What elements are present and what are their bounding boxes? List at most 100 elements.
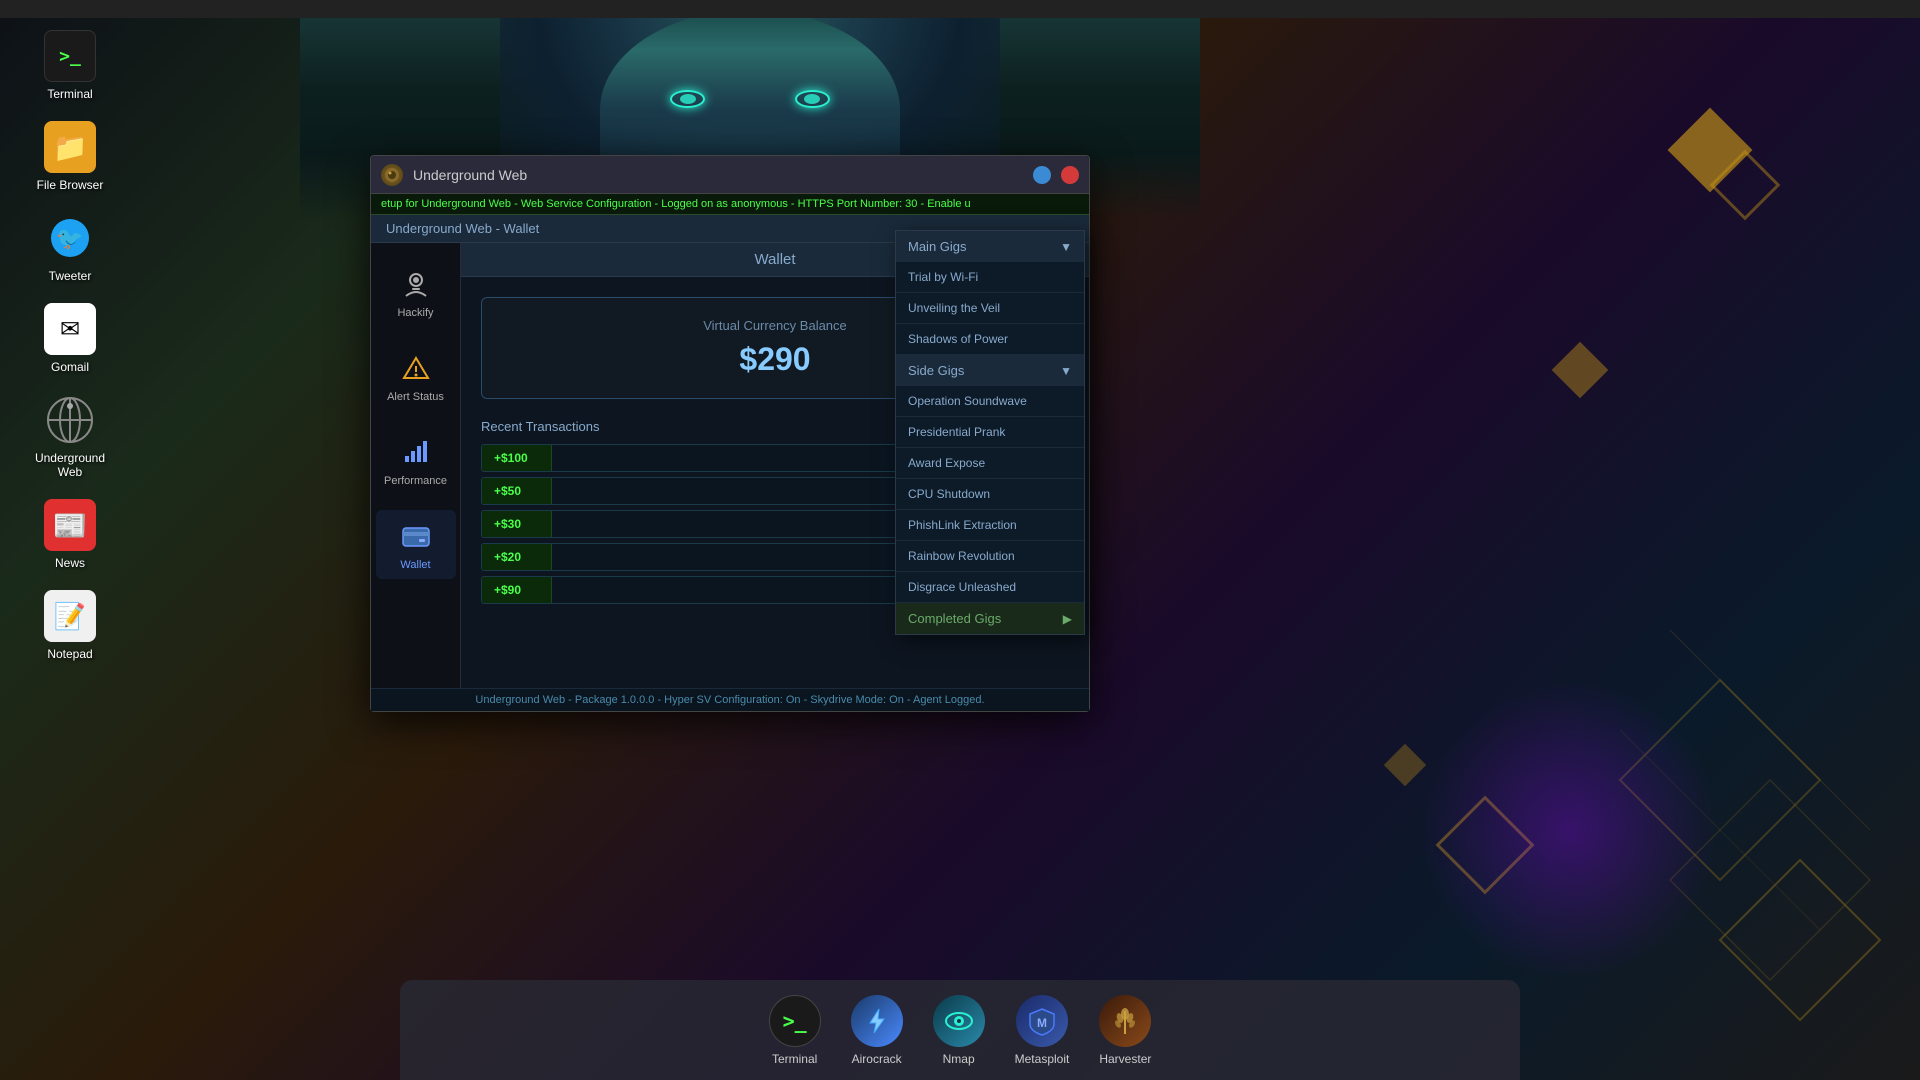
status-bar-text: etup for Underground Web - Web Service C…: [381, 198, 971, 210]
gig-phishlink-label: PhishLink Extraction: [908, 518, 1017, 532]
taskbar-airocrack-icon: [851, 995, 903, 1047]
gig-item-disgrace-unleashed[interactable]: Disgrace Unleashed: [896, 572, 1084, 603]
filebrowser-symbol: 📁: [53, 131, 88, 164]
taskbar-terminal-symbol: >_: [783, 1009, 807, 1033]
window-titlebar: Underground Web: [371, 156, 1089, 194]
filebrowser-icon-img: 📁: [44, 121, 96, 173]
close-button[interactable]: [1061, 166, 1079, 184]
tx-amount-3: +$30: [482, 511, 552, 537]
side-gigs-header[interactable]: Side Gigs ▼: [896, 355, 1084, 386]
gig-item-operation-soundwave[interactable]: Operation Soundwave: [896, 386, 1084, 417]
gig-item-unveiling-veil[interactable]: Unveiling the Veil: [896, 293, 1084, 324]
gig-cpu-shutdown-label: CPU Shutdown: [908, 487, 990, 501]
news-symbol: 📰: [53, 509, 88, 542]
content-title-text: Underground Web - Wallet: [386, 221, 539, 236]
gomail-symbol: ✉: [60, 315, 80, 344]
desktop-icon-gomail[interactable]: ✉ Gomail: [30, 303, 110, 374]
taskbar-item-airocrack[interactable]: Airocrack: [851, 995, 903, 1066]
desktop: >_ Terminal 📁 File Browser 🐦 Tweeter ✉ G: [0, 0, 1920, 1080]
desktop-icon-notepad[interactable]: 📝 Notepad: [30, 590, 110, 661]
harvester-wheat-icon: [1110, 1006, 1140, 1036]
nav-item-performance[interactable]: Performance: [376, 426, 456, 495]
tx-amount-5: +$90: [482, 577, 552, 603]
nav-item-hackify[interactable]: Hackify: [376, 258, 456, 327]
gig-item-presidential-prank[interactable]: Presidential Prank: [896, 417, 1084, 448]
notepad-label: Notepad: [47, 647, 92, 661]
wallet-icon: [398, 518, 434, 554]
taskbar-harvester-icon: [1099, 995, 1151, 1047]
alert-icon: [398, 350, 434, 386]
gig-shadows-power-label: Shadows of Power: [908, 332, 1008, 346]
svg-text:🐦: 🐦: [56, 226, 83, 251]
left-navigation: Hackify Alert Status: [371, 243, 461, 688]
hackify-user-icon: [402, 270, 430, 298]
side-gigs-label: Side Gigs: [908, 363, 964, 378]
tweeter-icon-img: 🐦: [44, 212, 96, 264]
desktop-icon-tweeter[interactable]: 🐦 Tweeter: [30, 212, 110, 283]
taskbar-item-metasploit[interactable]: M Metasploit: [1015, 995, 1070, 1066]
alert-triangle-icon: [402, 354, 430, 382]
gig-item-rainbow-revolution[interactable]: Rainbow Revolution: [896, 541, 1084, 572]
gig-item-trial-wifi[interactable]: Trial by Wi-Fi: [896, 262, 1084, 293]
airocrack-bolt-icon: [862, 1006, 892, 1036]
notepad-symbol: 📝: [54, 601, 86, 632]
taskbar-item-harvester[interactable]: Harvester: [1099, 995, 1151, 1066]
tx-amount-1: +$100: [482, 445, 552, 471]
main-gigs-label: Main Gigs: [908, 239, 967, 254]
main-gigs-header[interactable]: Main Gigs ▼: [896, 231, 1084, 262]
side-gigs-chevron-icon: ▼: [1060, 364, 1072, 378]
news-icon-img: 📰: [44, 499, 96, 551]
top-system-bar: [0, 0, 1920, 18]
gig-item-phishlink-extraction[interactable]: PhishLink Extraction: [896, 510, 1084, 541]
nav-item-wallet[interactable]: Wallet: [376, 510, 456, 579]
svg-text:M: M: [1037, 1016, 1047, 1030]
taskbar-item-nmap[interactable]: Nmap: [933, 995, 985, 1066]
terminal-label: Terminal: [47, 87, 92, 101]
gig-item-shadows-power[interactable]: Shadows of Power: [896, 324, 1084, 355]
taskbar-terminal-icon: >_: [769, 995, 821, 1047]
gig-award-expose-label: Award Expose: [908, 456, 985, 470]
footer-text: Underground Web - Package 1.0.0.0 - Hype…: [475, 694, 984, 706]
metasploit-shield-icon: M: [1027, 1006, 1057, 1036]
taskbar: >_ Terminal Airocrack Nmap: [400, 980, 1520, 1080]
completed-gigs-label: Completed Gigs: [908, 611, 1001, 626]
window-status-bar: etup for Underground Web - Web Service C…: [371, 194, 1089, 215]
performance-label: Performance: [384, 475, 447, 487]
taskbar-airocrack-label: Airocrack: [852, 1052, 902, 1066]
nav-item-alert[interactable]: Alert Status: [376, 342, 456, 411]
minimize-button[interactable]: [1033, 166, 1051, 184]
gigs-panel: Main Gigs ▼ Trial by Wi-Fi Unveiling the…: [895, 230, 1085, 635]
performance-chart-icon: [402, 438, 430, 466]
taskbar-metasploit-label: Metasploit: [1015, 1052, 1070, 1066]
desktop-icon-terminal[interactable]: >_ Terminal: [30, 30, 110, 101]
gig-op-soundwave-label: Operation Soundwave: [908, 394, 1027, 408]
gig-presidential-prank-label: Presidential Prank: [908, 425, 1005, 439]
taskbar-harvester-label: Harvester: [1099, 1052, 1151, 1066]
terminal-symbol: >_: [59, 46, 81, 67]
taskbar-metasploit-icon: M: [1016, 995, 1068, 1047]
hackify-icon: [398, 266, 434, 302]
taskbar-item-terminal[interactable]: >_ Terminal: [769, 995, 821, 1066]
gig-item-award-expose[interactable]: Award Expose: [896, 448, 1084, 479]
desktop-icon-filebrowser[interactable]: 📁 File Browser: [30, 121, 110, 192]
wallet-label: Wallet: [400, 559, 430, 571]
alert-label: Alert Status: [387, 391, 444, 403]
tx-amount-2: +$50: [482, 478, 552, 504]
desktop-icons-container: >_ Terminal 📁 File Browser 🐦 Tweeter ✉ G: [30, 30, 110, 661]
taskbar-nmap-label: Nmap: [943, 1052, 975, 1066]
completed-gigs-chevron-icon: ▶: [1063, 612, 1072, 626]
main-gigs-chevron-icon: ▼: [1060, 240, 1072, 254]
gomail-label: Gomail: [51, 360, 89, 374]
desktop-icon-underweb[interactable]: Underground Web: [30, 394, 110, 479]
underweb-label: Underground Web: [30, 451, 110, 479]
window-title-text: Underground Web: [413, 167, 1023, 183]
performance-icon: [398, 434, 434, 470]
gig-item-cpu-shutdown[interactable]: CPU Shutdown: [896, 479, 1084, 510]
gig-trial-wifi-label: Trial by Wi-Fi: [908, 270, 978, 284]
desktop-icon-news[interactable]: 📰 News: [30, 499, 110, 570]
gig-unveiling-veil-label: Unveiling the Veil: [908, 301, 1000, 315]
completed-gigs-header[interactable]: Completed Gigs ▶: [896, 603, 1084, 634]
wallet-card-icon: [401, 522, 431, 550]
gig-rainbow-revolution-label: Rainbow Revolution: [908, 549, 1015, 563]
taskbar-terminal-label: Terminal: [772, 1052, 817, 1066]
